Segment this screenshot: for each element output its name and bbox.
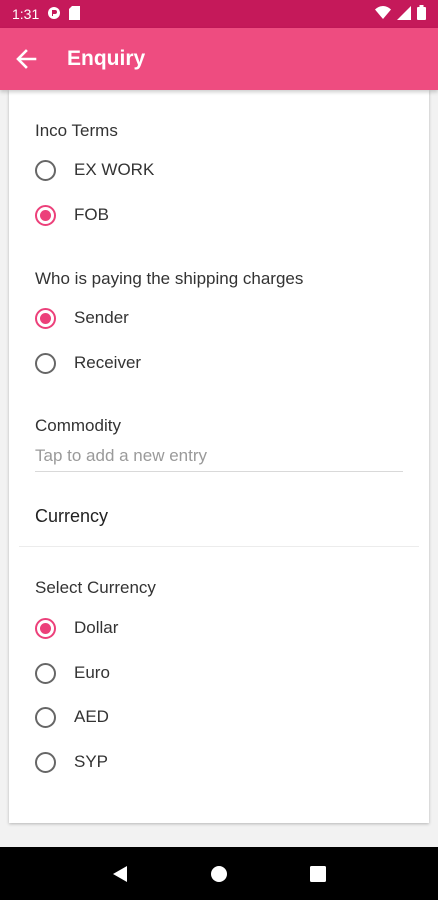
radio-label: FOB bbox=[74, 205, 109, 224]
battery-icon bbox=[417, 5, 426, 23]
radio-receiver[interactable]: Receiver bbox=[35, 348, 141, 378]
page-title: Enquiry bbox=[67, 47, 146, 70]
currency-section-header: Currency bbox=[35, 506, 109, 526]
app-bar: Enquiry bbox=[0, 28, 438, 90]
radio-euro[interactable]: Euro bbox=[35, 658, 110, 688]
nav-recents-button[interactable] bbox=[298, 854, 338, 894]
radio-label: Euro bbox=[74, 663, 110, 682]
radio-label: SYP bbox=[74, 752, 109, 771]
commodity-label: Commodity bbox=[35, 416, 121, 435]
radio-syp[interactable]: SYP bbox=[35, 747, 108, 777]
arrow-left-icon bbox=[16, 49, 37, 69]
shipping-payer-label: Who is paying the shipping charges bbox=[35, 269, 304, 288]
radio-button[interactable] bbox=[35, 662, 56, 684]
radio-button[interactable] bbox=[35, 706, 56, 728]
radio-label: EX WORK bbox=[74, 160, 155, 179]
status-time: 1:31 bbox=[12, 6, 40, 22]
back-button[interactable] bbox=[0, 28, 54, 90]
radio-label: Dollar bbox=[74, 618, 119, 637]
radio-button[interactable] bbox=[35, 751, 56, 773]
radio-label: Sender bbox=[74, 308, 129, 327]
commodity-entry-field[interactable]: Tap to add a new entry bbox=[35, 440, 403, 472]
radio-button-checked[interactable] bbox=[35, 204, 56, 226]
wifi-icon bbox=[375, 6, 391, 22]
radio-label: AED bbox=[74, 707, 109, 726]
radio-button-checked[interactable] bbox=[35, 617, 56, 639]
radio-button-checked[interactable] bbox=[35, 307, 56, 329]
enquiry-form-card: Inco Terms EX WORK FOB Who is paying the… bbox=[9, 90, 429, 823]
nav-home-button[interactable] bbox=[199, 854, 239, 894]
inco-terms-label: Inco Terms bbox=[35, 121, 118, 140]
radio-sender[interactable]: Sender bbox=[35, 303, 129, 333]
nav-back-button[interactable] bbox=[100, 854, 140, 894]
signal-icon bbox=[397, 5, 411, 23]
notification-app-icon bbox=[47, 6, 61, 23]
circle-home-icon bbox=[210, 865, 227, 882]
square-recents-icon bbox=[310, 865, 327, 882]
radio-button[interactable] bbox=[35, 159, 56, 181]
system-navigation-bar bbox=[0, 847, 438, 900]
radio-fob[interactable]: FOB bbox=[35, 200, 109, 230]
radio-aed[interactable]: AED bbox=[35, 702, 109, 732]
select-currency-label: Select Currency bbox=[35, 578, 156, 597]
triangle-back-icon bbox=[112, 865, 127, 882]
radio-dollar[interactable]: Dollar bbox=[35, 613, 118, 643]
radio-button[interactable] bbox=[35, 352, 56, 374]
divider bbox=[19, 546, 419, 547]
radio-label: Receiver bbox=[74, 353, 142, 372]
sd-card-icon bbox=[69, 5, 81, 23]
status-bar: 1:31 bbox=[0, 0, 438, 28]
radio-ex-work[interactable]: EX WORK bbox=[35, 155, 154, 185]
